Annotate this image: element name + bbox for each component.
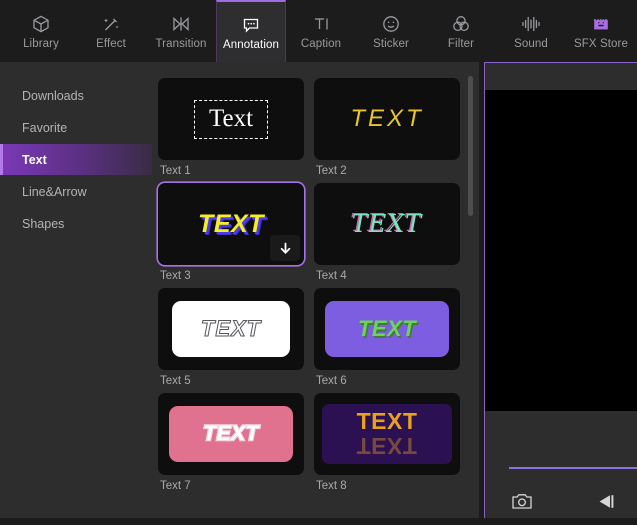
template-card-text-7[interactable]: TEXT Text 7 (158, 393, 304, 492)
tab-caption-label: Caption (300, 38, 342, 50)
sidebar-item-downloads[interactable]: Downloads (0, 80, 152, 111)
template-card-text-1[interactable]: Text Text 1 (158, 78, 304, 177)
waveform-icon (520, 12, 542, 34)
cube-icon (31, 12, 51, 34)
tab-transition[interactable]: Transition (146, 0, 216, 62)
template-thumbnail: TEXT TEXT (314, 393, 460, 475)
template-sample-backdrop: TEXT (169, 406, 293, 462)
template-grid-scrollbar[interactable] (465, 62, 477, 525)
template-thumbnail: Text (158, 78, 304, 160)
template-thumbnail: TEXT (314, 78, 460, 160)
tab-effect[interactable]: Effect (76, 0, 146, 62)
template-sample-backdrop: TEXT TEXT (322, 404, 452, 464)
template-sample-text: TEXT (350, 105, 424, 132)
sidebar-item-shapes[interactable]: Shapes (0, 208, 152, 239)
speech-bubble-icon (241, 13, 261, 35)
previous-frame-icon[interactable] (596, 492, 616, 511)
template-caption: Text 1 (160, 165, 191, 177)
preview-controls (485, 483, 637, 519)
color-circles-icon (451, 12, 471, 34)
template-caption: Text 2 (316, 165, 347, 177)
tab-sticker-label: Sticker (373, 38, 409, 50)
tab-filter[interactable]: Filter (426, 0, 496, 62)
window-bottom-edge (0, 518, 637, 525)
tab-library[interactable]: Library (6, 0, 76, 62)
template-caption: Text 6 (316, 375, 347, 387)
tab-sfx-store-label: SFX Store (574, 38, 628, 50)
tab-sound[interactable]: Sound (496, 0, 566, 62)
template-sample-text: TEXT (202, 421, 260, 447)
template-sample-reflection: TEXT (356, 433, 418, 459)
editor-window: Library Effect Transition Annotation Cap (0, 0, 637, 525)
template-thumbnail: TEXT (314, 288, 460, 370)
tab-transition-label: Transition (155, 38, 207, 50)
sidebar-item-label: Downloads (22, 88, 84, 103)
sidebar-item-label: Text (22, 152, 47, 167)
template-sample-text: Text (193, 99, 269, 139)
template-sample-backdrop: TEXT (325, 301, 449, 357)
template-sample-backdrop: TEXT (172, 301, 290, 357)
template-caption: Text 5 (160, 375, 191, 387)
storefront-icon (591, 12, 611, 34)
template-card-text-4[interactable]: TEXT Text 4 (314, 183, 460, 282)
sidebar-item-line-and-arrow[interactable]: Line&Arrow (0, 176, 152, 207)
tab-effect-label: Effect (96, 38, 126, 50)
template-sample-text: TEXT (356, 408, 418, 434)
template-sample-text: TEXT (198, 209, 264, 238)
template-grid-panel: Text Text 1 TEXT Text 2 TEXT Text 3 TEXT… (152, 62, 479, 525)
template-caption: Text 7 (160, 480, 191, 492)
main-toolbar: Library Effect Transition Annotation Cap (0, 0, 637, 62)
tab-annotation-label: Annotation (223, 39, 279, 51)
template-sample-text: TEXT (351, 210, 423, 238)
tab-sound-label: Sound (514, 38, 548, 50)
template-grid: Text Text 1 TEXT Text 2 TEXT Text 3 TEXT… (152, 62, 479, 508)
category-sidebar: Downloads Favorite Text Line&Arrow Shape… (0, 62, 152, 525)
tab-sticker[interactable]: Sticker (356, 0, 426, 62)
text-cursor-icon (311, 12, 331, 34)
magic-wand-icon (101, 12, 121, 34)
template-card-text-2[interactable]: TEXT Text 2 (314, 78, 460, 177)
tab-caption[interactable]: Caption (286, 0, 356, 62)
tab-library-label: Library (23, 38, 59, 50)
template-sample-text: TEXT (357, 316, 417, 341)
preview-panel (484, 62, 637, 518)
template-caption: Text 4 (316, 270, 347, 282)
playback-progress-bar[interactable] (509, 467, 637, 469)
template-caption: Text 8 (316, 480, 347, 492)
download-arrow-icon[interactable] (270, 235, 300, 261)
sidebar-item-label: Shapes (22, 216, 65, 231)
template-thumbnail: TEXT (314, 183, 460, 265)
template-card-text-8[interactable]: TEXT TEXT Text 8 (314, 393, 460, 492)
sidebar-item-favorite[interactable]: Favorite (0, 112, 152, 143)
tab-annotation[interactable]: Annotation (216, 0, 286, 62)
sidebar-item-label: Line&Arrow (22, 184, 87, 199)
sidebar-item-text[interactable]: Text (0, 144, 152, 175)
template-thumbnail: TEXT (158, 288, 304, 370)
template-thumbnail: TEXT (158, 393, 304, 475)
transition-icon (171, 12, 191, 34)
template-sample-text: TEXT (200, 316, 262, 342)
preview-stage[interactable] (485, 90, 637, 411)
template-card-text-6[interactable]: TEXT Text 6 (314, 288, 460, 387)
scrollbar-thumb[interactable] (468, 76, 473, 216)
camera-icon[interactable] (511, 492, 533, 511)
template-card-text-5[interactable]: TEXT Text 5 (158, 288, 304, 387)
sidebar-item-label: Favorite (22, 120, 68, 135)
template-card-text-3[interactable]: TEXT Text 3 (158, 183, 304, 282)
template-thumbnail: TEXT (158, 183, 304, 265)
tab-filter-label: Filter (447, 38, 475, 50)
tab-sfx-store[interactable]: SFX Store (566, 0, 636, 62)
smiley-icon (381, 12, 401, 34)
template-caption: Text 3 (160, 270, 191, 282)
